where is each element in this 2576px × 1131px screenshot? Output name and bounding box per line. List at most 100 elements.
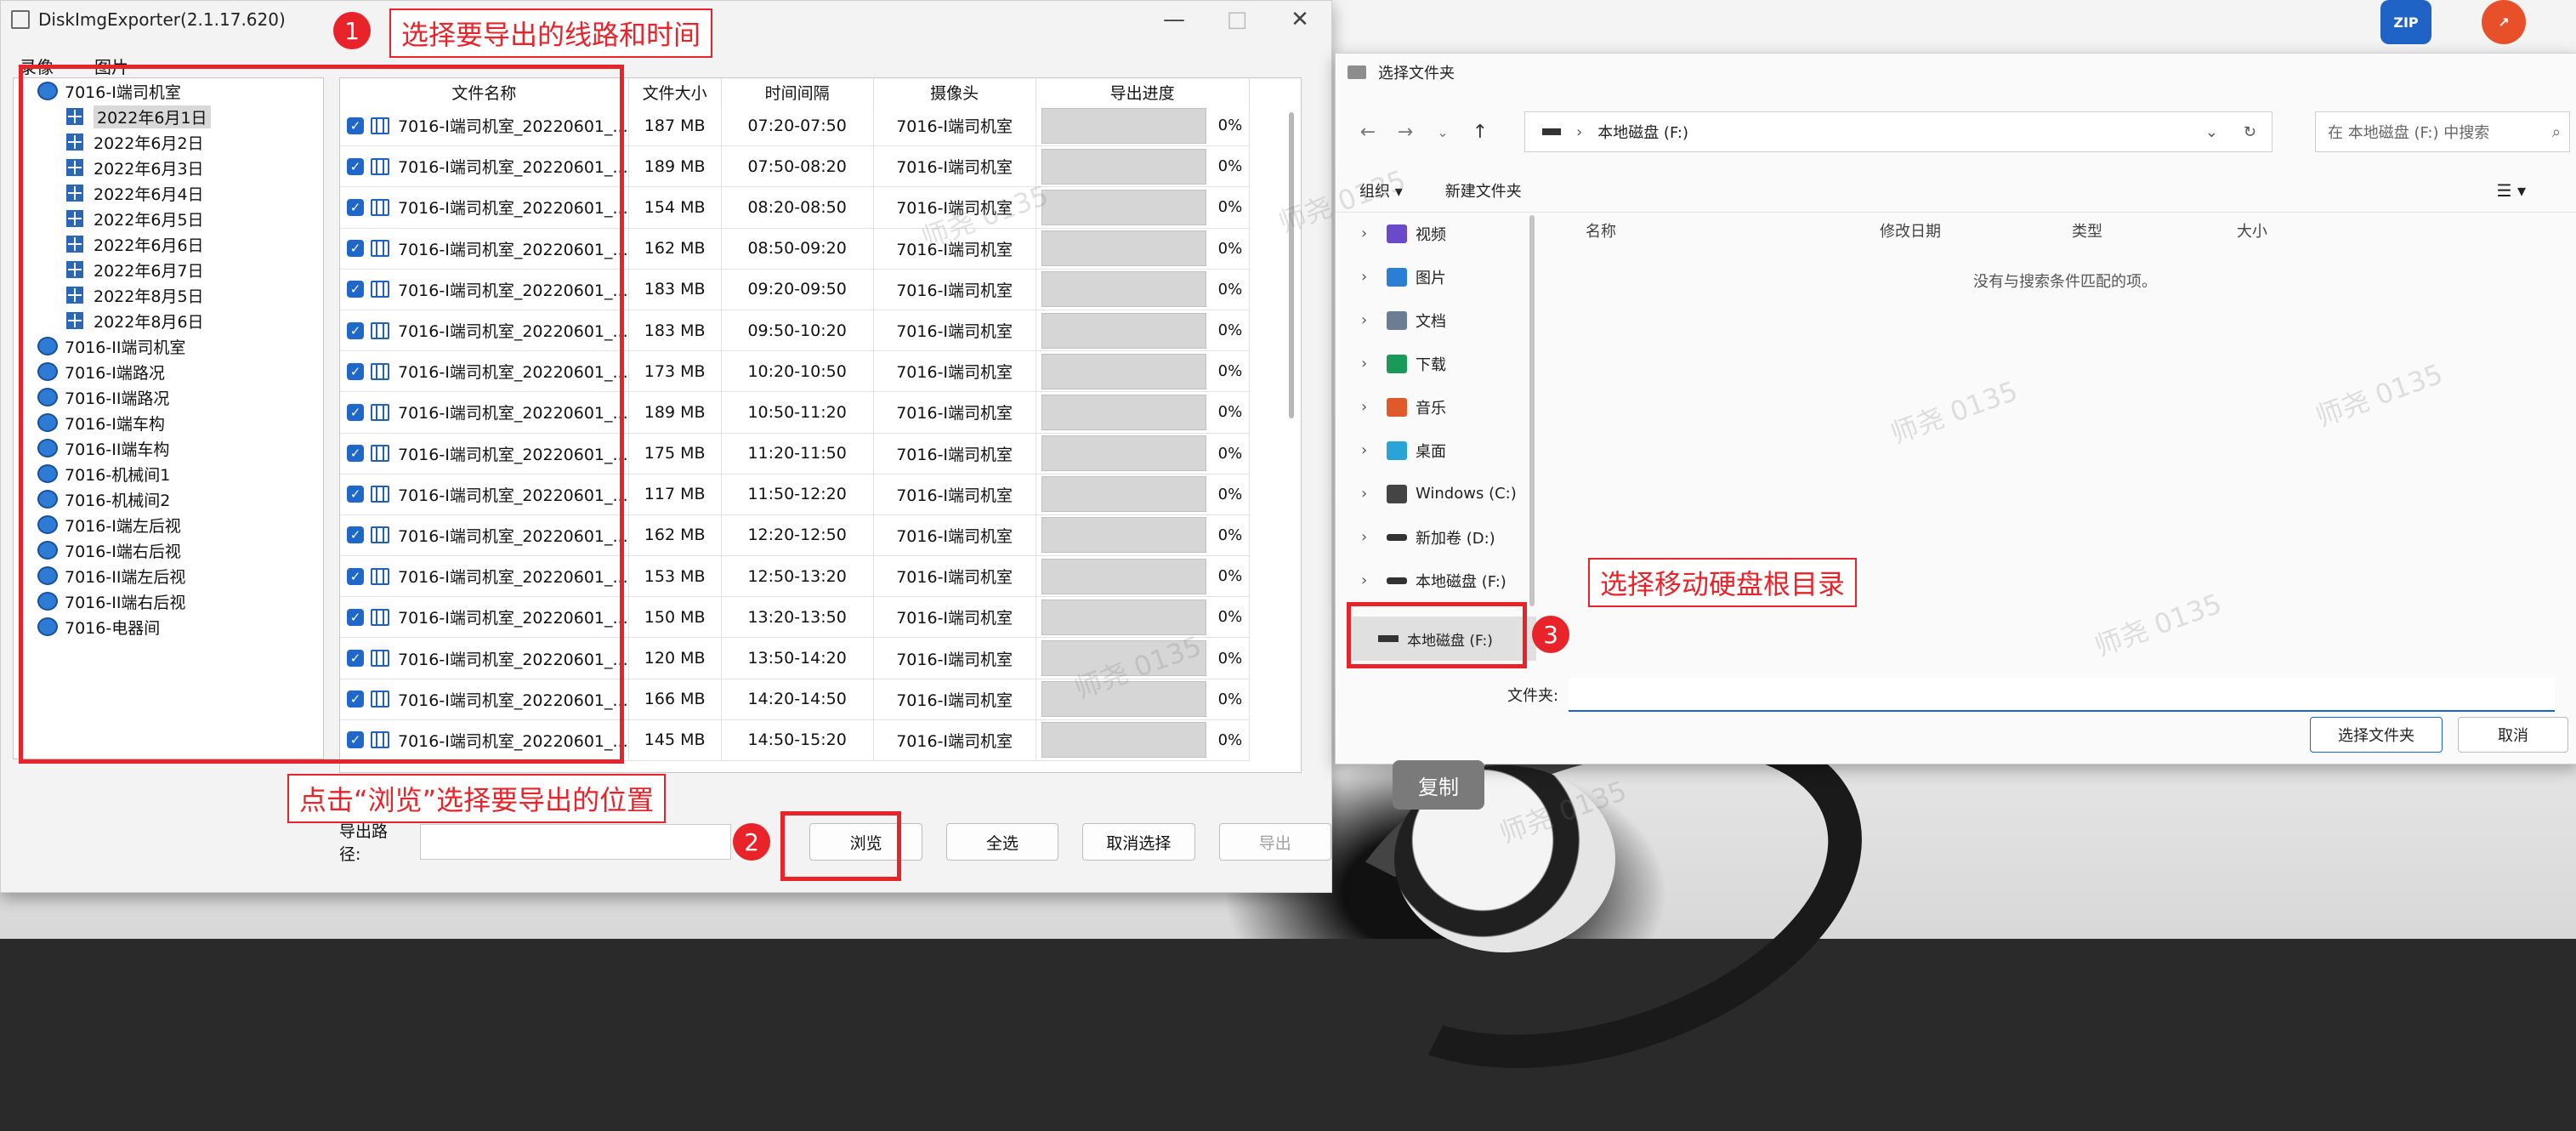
file-size: 183 MB bbox=[628, 269, 722, 310]
breadcrumb-chevron-icon: › bbox=[1576, 122, 1583, 141]
address-bar[interactable]: › 本地磁盘 (F:) ⌄ ↻ bbox=[1524, 111, 2272, 152]
chevron-right-icon[interactable]: › bbox=[1361, 528, 1387, 546]
nav-item[interactable]: › 新加卷 (D:) bbox=[1336, 515, 1528, 559]
col-size[interactable]: 大小 bbox=[2237, 219, 2339, 242]
progress-percent: 0% bbox=[1217, 239, 1243, 258]
nav-item[interactable]: › 桌面 bbox=[1336, 429, 1528, 472]
nav-item[interactable]: › 下载 bbox=[1336, 342, 1528, 385]
select-folder-button[interactable]: 选择文件夹 bbox=[2310, 717, 2443, 753]
progress-percent: 0% bbox=[1217, 690, 1243, 708]
chevron-right-icon[interactable]: › bbox=[1361, 355, 1387, 372]
chevron-right-icon[interactable]: › bbox=[1361, 311, 1387, 329]
progress-percent: 0% bbox=[1217, 567, 1243, 586]
file-size: 187 MB bbox=[628, 105, 722, 147]
file-list-scrollbar[interactable] bbox=[1289, 112, 1294, 418]
new-folder-button[interactable]: 新建文件夹 bbox=[1445, 179, 1522, 202]
nav-item[interactable]: › 图片 bbox=[1336, 255, 1528, 298]
col-time-range[interactable]: 时间间隔 bbox=[721, 78, 874, 105]
time-range: 12:20-12:50 bbox=[721, 514, 874, 557]
refresh-icon[interactable]: ↻ bbox=[2244, 123, 2256, 141]
chevron-right-icon[interactable]: › bbox=[1361, 441, 1387, 459]
nav-item[interactable]: › 视频 bbox=[1336, 212, 1528, 255]
progress-bar bbox=[1041, 435, 1206, 472]
minimize-button[interactable]: — bbox=[1143, 7, 1206, 32]
folder-row: 文件夹: bbox=[1336, 669, 2576, 720]
maximize-button[interactable]: □ bbox=[1206, 7, 1268, 32]
camera-name: 7016-I端司机室 bbox=[873, 637, 1036, 679]
time-range: 09:50-10:20 bbox=[721, 310, 874, 352]
camera-name: 7016-I端司机室 bbox=[873, 391, 1036, 434]
col-progress[interactable]: 导出进度 bbox=[1036, 78, 1250, 105]
music-folder-icon bbox=[1387, 397, 1407, 417]
col-file-size[interactable]: 文件大小 bbox=[628, 78, 722, 105]
copy-button[interactable]: 复制 bbox=[1393, 760, 1484, 810]
col-type[interactable]: 类型 bbox=[2072, 219, 2237, 242]
col-name[interactable]: 名称 bbox=[1540, 219, 1880, 242]
progress-percent: 0% bbox=[1217, 730, 1243, 749]
dialog-titlebar: 选择文件夹 bbox=[1336, 54, 2576, 91]
chevron-right-icon[interactable]: › bbox=[1361, 268, 1387, 286]
back-arrow-icon[interactable]: ← bbox=[1349, 122, 1387, 143]
chevron-right-icon[interactable]: › bbox=[1361, 398, 1387, 416]
time-range: 07:20-07:50 bbox=[721, 105, 874, 147]
content-header: 名称 修改日期 类型 大小 bbox=[1540, 212, 2568, 249]
deselect-button[interactable]: 取消选择 bbox=[1082, 823, 1195, 861]
dialog-command-bar: 组织 ▾ 新建文件夹 ☰ ▾ bbox=[1336, 169, 2576, 213]
file-size: 117 MB bbox=[628, 474, 722, 515]
nav-item[interactable]: › 音乐 bbox=[1336, 385, 1528, 429]
export-button[interactable]: 导出 bbox=[1218, 823, 1331, 861]
progress-percent: 0% bbox=[1217, 198, 1243, 217]
col-modified[interactable]: 修改日期 bbox=[1880, 219, 2072, 242]
camera-name: 7016-I端司机室 bbox=[873, 555, 1036, 598]
select-all-button[interactable]: 全选 bbox=[945, 823, 1059, 861]
progress-percent: 0% bbox=[1217, 649, 1243, 668]
folder-label: 文件夹: bbox=[1507, 687, 1559, 705]
nav-item-label: 文档 bbox=[1416, 312, 1446, 331]
file-size: 162 MB bbox=[628, 228, 722, 270]
time-range: 14:20-14:50 bbox=[721, 679, 874, 720]
drive-icon bbox=[1542, 128, 1561, 135]
file-size: 150 MB bbox=[628, 596, 722, 639]
folder-icon bbox=[1348, 65, 1366, 79]
nav-item[interactable]: › Windows (C:) bbox=[1336, 472, 1528, 515]
dialog-cancel-button[interactable]: 取消 bbox=[2458, 717, 2568, 753]
step2-callout: 点击“浏览”选择要导出的位置 bbox=[287, 774, 667, 823]
nav-item[interactable]: › 本地磁盘 (F:) bbox=[1336, 559, 1528, 602]
postman-icon: ↗ bbox=[2482, 0, 2526, 44]
camera-name: 7016-I端司机室 bbox=[873, 514, 1036, 557]
export-path-input[interactable] bbox=[420, 824, 732, 860]
folder-input[interactable] bbox=[1569, 678, 2556, 712]
time-range: 08:20-08:50 bbox=[721, 186, 874, 229]
search-input[interactable]: 在 本地磁盘 (F:) 中搜索 ⌕ bbox=[2315, 111, 2570, 152]
up-arrow-icon[interactable]: ↑ bbox=[1461, 122, 1499, 143]
chevron-right-icon[interactable]: › bbox=[1361, 485, 1387, 503]
chevron-right-icon[interactable]: › bbox=[1361, 224, 1387, 242]
desktop-icon-zip[interactable]: ZIP bbox=[2363, 0, 2448, 44]
col-camera[interactable]: 摄像头 bbox=[873, 78, 1036, 105]
recent-chevron-icon[interactable]: ⌄ bbox=[1424, 124, 1461, 140]
camera-name: 7016-I端司机室 bbox=[873, 269, 1036, 310]
nav-pane-scrollbar[interactable] bbox=[1529, 215, 1535, 606]
drive-icon bbox=[1387, 577, 1407, 584]
progress-bar bbox=[1041, 394, 1206, 430]
desktop-icon-postman[interactable]: ↗ bbox=[2461, 0, 2546, 44]
file-size: 145 MB bbox=[628, 719, 722, 762]
windows-drive-icon bbox=[1387, 484, 1407, 503]
step2-highlight bbox=[780, 811, 901, 881]
chevron-right-icon[interactable]: › bbox=[1361, 571, 1387, 589]
address-dropdown-icon[interactable]: ⌄ bbox=[2205, 123, 2218, 141]
forward-arrow-icon[interactable]: → bbox=[1387, 122, 1424, 143]
time-range: 08:50-09:20 bbox=[721, 228, 874, 270]
step2-number: 2 bbox=[733, 823, 770, 861]
progress-bar bbox=[1041, 189, 1206, 225]
address-text: 本地磁盘 (F:) bbox=[1597, 124, 1688, 142]
progress-percent: 0% bbox=[1217, 321, 1243, 340]
search-icon: ⌕ bbox=[2551, 122, 2561, 141]
time-range: 09:20-09:50 bbox=[721, 269, 874, 310]
close-button[interactable]: ✕ bbox=[1268, 7, 1331, 32]
nav-item[interactable]: › 文档 bbox=[1336, 298, 1528, 342]
time-range: 13:50-14:20 bbox=[721, 637, 874, 679]
file-size: 120 MB bbox=[628, 637, 722, 679]
camera-name: 7016-I端司机室 bbox=[873, 596, 1036, 639]
view-options-icon[interactable]: ☰ ▾ bbox=[2497, 180, 2526, 201]
